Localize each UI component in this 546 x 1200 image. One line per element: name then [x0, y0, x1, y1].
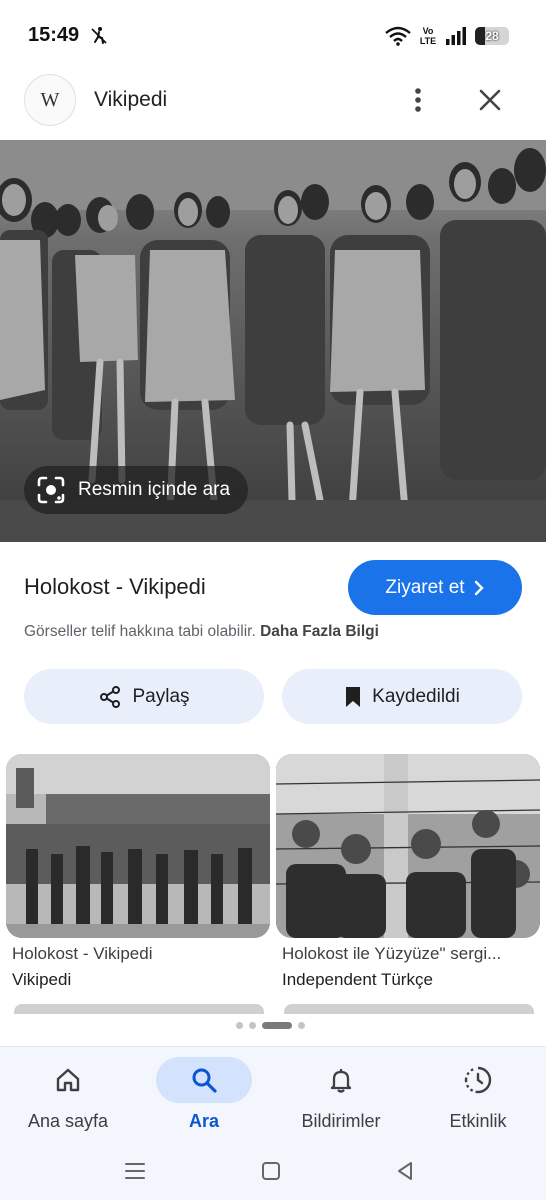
home-icon — [20, 1057, 116, 1103]
nav-item-notifications[interactable]: Bildirimler — [273, 1047, 409, 1145]
result-title: Holokost - Vikipedi — [24, 574, 206, 599]
bottom-nav: Ana sayfa Ara Bildirimler Etkinlik — [0, 1046, 546, 1144]
share-icon — [100, 685, 121, 708]
next-row-peek — [14, 1004, 264, 1014]
close-icon — [479, 89, 501, 111]
site-logo[interactable]: W — [24, 74, 76, 126]
page-dot — [249, 1022, 256, 1029]
header: W Vikipedi — [0, 72, 546, 138]
related-card[interactable]: Holokost - Vikipedi Vikipedi — [6, 754, 270, 990]
lens-icon — [37, 476, 65, 504]
page-dot — [298, 1022, 305, 1029]
recent-apps-button[interactable] — [120, 1156, 150, 1186]
accessibility-off-icon — [88, 24, 110, 48]
nav-label-activity: Etkinlik — [449, 1111, 507, 1131]
related-title: Holokost ile Yüzyüze" sergi... — [282, 944, 502, 963]
related-image — [6, 754, 270, 938]
share-label: Paylaş — [132, 685, 190, 707]
lens-label: Resmin içinde ara — [78, 479, 231, 500]
menu-lines-icon — [125, 1163, 145, 1179]
system-nav-bar — [0, 1144, 546, 1200]
battery-icon: 28 — [474, 24, 510, 48]
hero-image[interactable]: Resmin içinde ara — [0, 140, 546, 542]
back-button[interactable] — [390, 1156, 420, 1186]
related-image — [276, 754, 540, 938]
page-dot-active — [262, 1022, 292, 1029]
visit-button[interactable]: Ziyaret et — [348, 560, 522, 615]
battery-level: 28 — [485, 29, 499, 43]
saved-button[interactable]: Kaydedildi — [282, 669, 522, 724]
activity-icon — [430, 1057, 526, 1103]
saved-label: Kaydedildi — [372, 685, 460, 707]
back-triangle-icon — [398, 1162, 412, 1180]
nav-item-home[interactable]: Ana sayfa — [0, 1047, 136, 1145]
home-system-button[interactable] — [256, 1156, 286, 1186]
learn-more-link[interactable]: Daha Fazla Bilgi — [260, 623, 379, 640]
signal-icon — [444, 24, 468, 48]
related-title: Holokost - Vikipedi — [12, 944, 153, 963]
close-button[interactable] — [470, 80, 510, 120]
volte-icon: Vo LTE — [417, 24, 439, 48]
chevron-right-icon — [474, 580, 484, 595]
site-title[interactable]: Vikipedi — [94, 88, 167, 112]
nav-label-home: Ana sayfa — [27, 1111, 109, 1131]
nav-label-search: Ara — [188, 1111, 219, 1131]
visit-label: Ziyaret et — [385, 576, 465, 598]
status-time: 15:49 — [28, 24, 80, 46]
logo-text: W — [40, 88, 60, 111]
network-label: Vo LTE — [419, 26, 437, 46]
page-dot — [236, 1022, 243, 1029]
status-bar: 15:49 Vo LTE 28 — [0, 0, 546, 72]
nav-label-notifications: Bildirimler — [301, 1111, 381, 1131]
search-in-image-chip[interactable]: Resmin içinde ara — [24, 466, 249, 514]
share-button[interactable]: Paylaş — [24, 669, 264, 724]
related-card[interactable]: Holokost ile Yüzyüze" sergi... Independe… — [276, 754, 540, 990]
more-options-button[interactable] — [398, 80, 438, 120]
nav-item-activity[interactable]: Etkinlik — [410, 1047, 546, 1145]
copyright-text: Görseller telif hakkına tabi olabilir. — [24, 623, 256, 640]
nav-item-search[interactable]: Ara — [136, 1047, 272, 1145]
related-source: Vikipedi — [12, 970, 72, 989]
more-vert-icon — [415, 88, 421, 112]
bookmark-filled-icon — [346, 686, 361, 707]
copyright-notice: Görseller telif hakkına tabi olabilir. D… — [24, 623, 379, 641]
wifi-icon — [384, 24, 412, 48]
related-source: Independent Türkçe — [282, 970, 433, 989]
page-indicator — [236, 1022, 305, 1029]
search-icon — [156, 1057, 252, 1103]
bell-icon — [293, 1057, 389, 1103]
next-row-peek — [284, 1004, 534, 1014]
square-icon — [262, 1162, 280, 1180]
